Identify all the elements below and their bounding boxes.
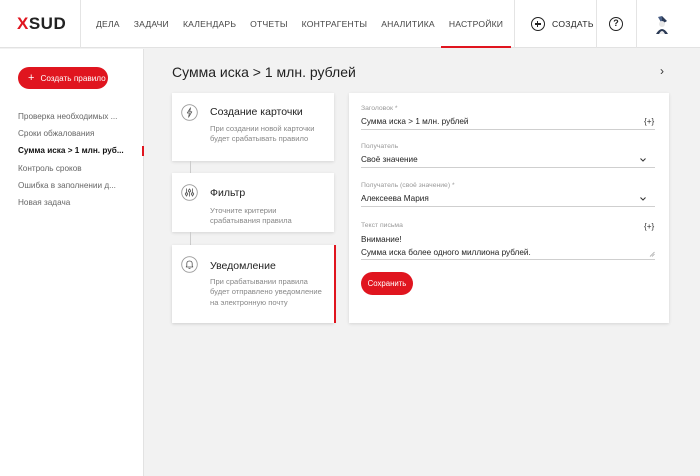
page-title: Сумма иска > 1 млн. рублей xyxy=(172,64,356,80)
step-description: Уточните критерии срабатывания правила xyxy=(210,206,292,226)
field-underline xyxy=(361,259,655,260)
chevron-down-icon[interactable] xyxy=(639,195,647,203)
create-rule-label: Создать правило xyxy=(40,73,106,83)
insert-variable-button[interactable]: {+} xyxy=(644,117,654,126)
nav-item-contractors[interactable]: КОНТРАГЕНТЫ xyxy=(302,0,368,48)
field-underline xyxy=(361,206,655,207)
recipient-select[interactable]: Своё значение xyxy=(361,155,418,164)
resize-grip-icon[interactable] xyxy=(649,251,655,257)
bell-icon xyxy=(181,256,198,273)
nav-item-reports[interactable]: ОТЧЕТЫ xyxy=(250,0,287,48)
step-card-filter[interactable]: Фильтр Уточните критерии срабатывания пр… xyxy=(172,173,334,232)
step-description: При создании новой карточки будет срабат… xyxy=(210,124,315,144)
filter-sliders-icon xyxy=(181,184,198,201)
create-label: СОЗДАТЬ xyxy=(552,19,594,29)
plus-icon: + xyxy=(28,72,35,84)
nav-item-calendar[interactable]: КАЛЕНДАРЬ xyxy=(183,0,236,48)
body-label: Текст письма xyxy=(361,222,403,229)
field-underline xyxy=(361,167,655,168)
recipient-custom-select[interactable]: Алексеева Мария xyxy=(361,194,429,203)
chevron-right-icon[interactable]: › xyxy=(660,64,664,78)
nav-item-settings[interactable]: НАСТРОЙКИ xyxy=(440,0,512,48)
top-bar: XSUD ДЕЛА ЗАДАЧИ КАЛЕНДАРЬ ОТЧЕТЫ КОНТРА… xyxy=(0,0,700,48)
recipient-custom-label: Получатель (своё значение) * xyxy=(361,182,455,189)
main-nav: ДЕЛА ЗАДАЧИ КАЛЕНДАРЬ ОТЧЕТЫ КОНТРАГЕНТЫ… xyxy=(96,0,517,48)
sidebar-item-rule[interactable]: Новая задача xyxy=(18,194,144,211)
create-rule-button[interactable]: + Создать правило xyxy=(18,67,108,89)
step-title: Фильтр xyxy=(210,187,246,199)
sidebar-item-rule[interactable]: Ошибка в заполнении д... xyxy=(18,177,144,194)
nav-item-analytics[interactable]: АНАЛИТИКА xyxy=(381,0,435,48)
subject-input[interactable]: Сумма иска > 1 млн. рублей xyxy=(361,117,469,126)
avatar[interactable] xyxy=(653,15,671,35)
field-underline xyxy=(361,129,655,130)
step-description: При срабатывании правила будет отправлен… xyxy=(210,277,322,307)
insert-variable-button[interactable]: {+} xyxy=(644,222,654,231)
body-text-line[interactable]: Сумма иска более одного миллиона рублей. xyxy=(361,248,531,257)
sidebar-item-rule[interactable]: Сроки обжалования xyxy=(18,125,144,142)
rules-list: Проверка необходимых ... Сроки обжалован… xyxy=(18,108,144,211)
sidebar-item-rule[interactable]: Проверка необходимых ... xyxy=(18,108,144,125)
step-title: Создание карточки xyxy=(210,106,303,118)
recipient-label: Получатель xyxy=(361,143,399,150)
sidebar-item-rule[interactable]: Контроль сроков xyxy=(18,160,144,177)
divider xyxy=(636,0,637,48)
step-connector xyxy=(190,232,191,245)
subject-label: Заголовок * xyxy=(361,105,398,112)
notification-form: Заголовок * Сумма иска > 1 млн. рублей {… xyxy=(349,93,669,323)
divider xyxy=(80,0,81,48)
help-icon[interactable]: ? xyxy=(609,17,623,31)
divider xyxy=(596,0,597,48)
step-connector xyxy=(190,161,191,173)
create-button[interactable]: СОЗДАТЬ xyxy=(531,17,594,31)
plus-circle-icon xyxy=(531,17,545,31)
sidebar-item-rule-active[interactable]: Сумма иска > 1 млн. руб... xyxy=(18,142,144,159)
nav-item-cases[interactable]: ДЕЛА xyxy=(96,0,120,48)
lightning-icon xyxy=(181,104,198,121)
step-card-trigger[interactable]: Создание карточки При создании новой кар… xyxy=(172,93,334,161)
step-card-notification[interactable]: Уведомление При срабатывании правила буд… xyxy=(172,245,336,323)
sidebar: + Создать правило Проверка необходимых .… xyxy=(0,49,144,476)
logo[interactable]: XSUD xyxy=(17,14,66,34)
nav-item-tasks[interactable]: ЗАДАЧИ xyxy=(134,0,169,48)
chevron-down-icon[interactable] xyxy=(639,156,647,164)
save-button[interactable]: Сохранить xyxy=(361,272,413,295)
body-text-line[interactable]: Внимание! xyxy=(361,235,402,244)
divider xyxy=(514,0,515,48)
step-title: Уведомление xyxy=(210,260,276,272)
